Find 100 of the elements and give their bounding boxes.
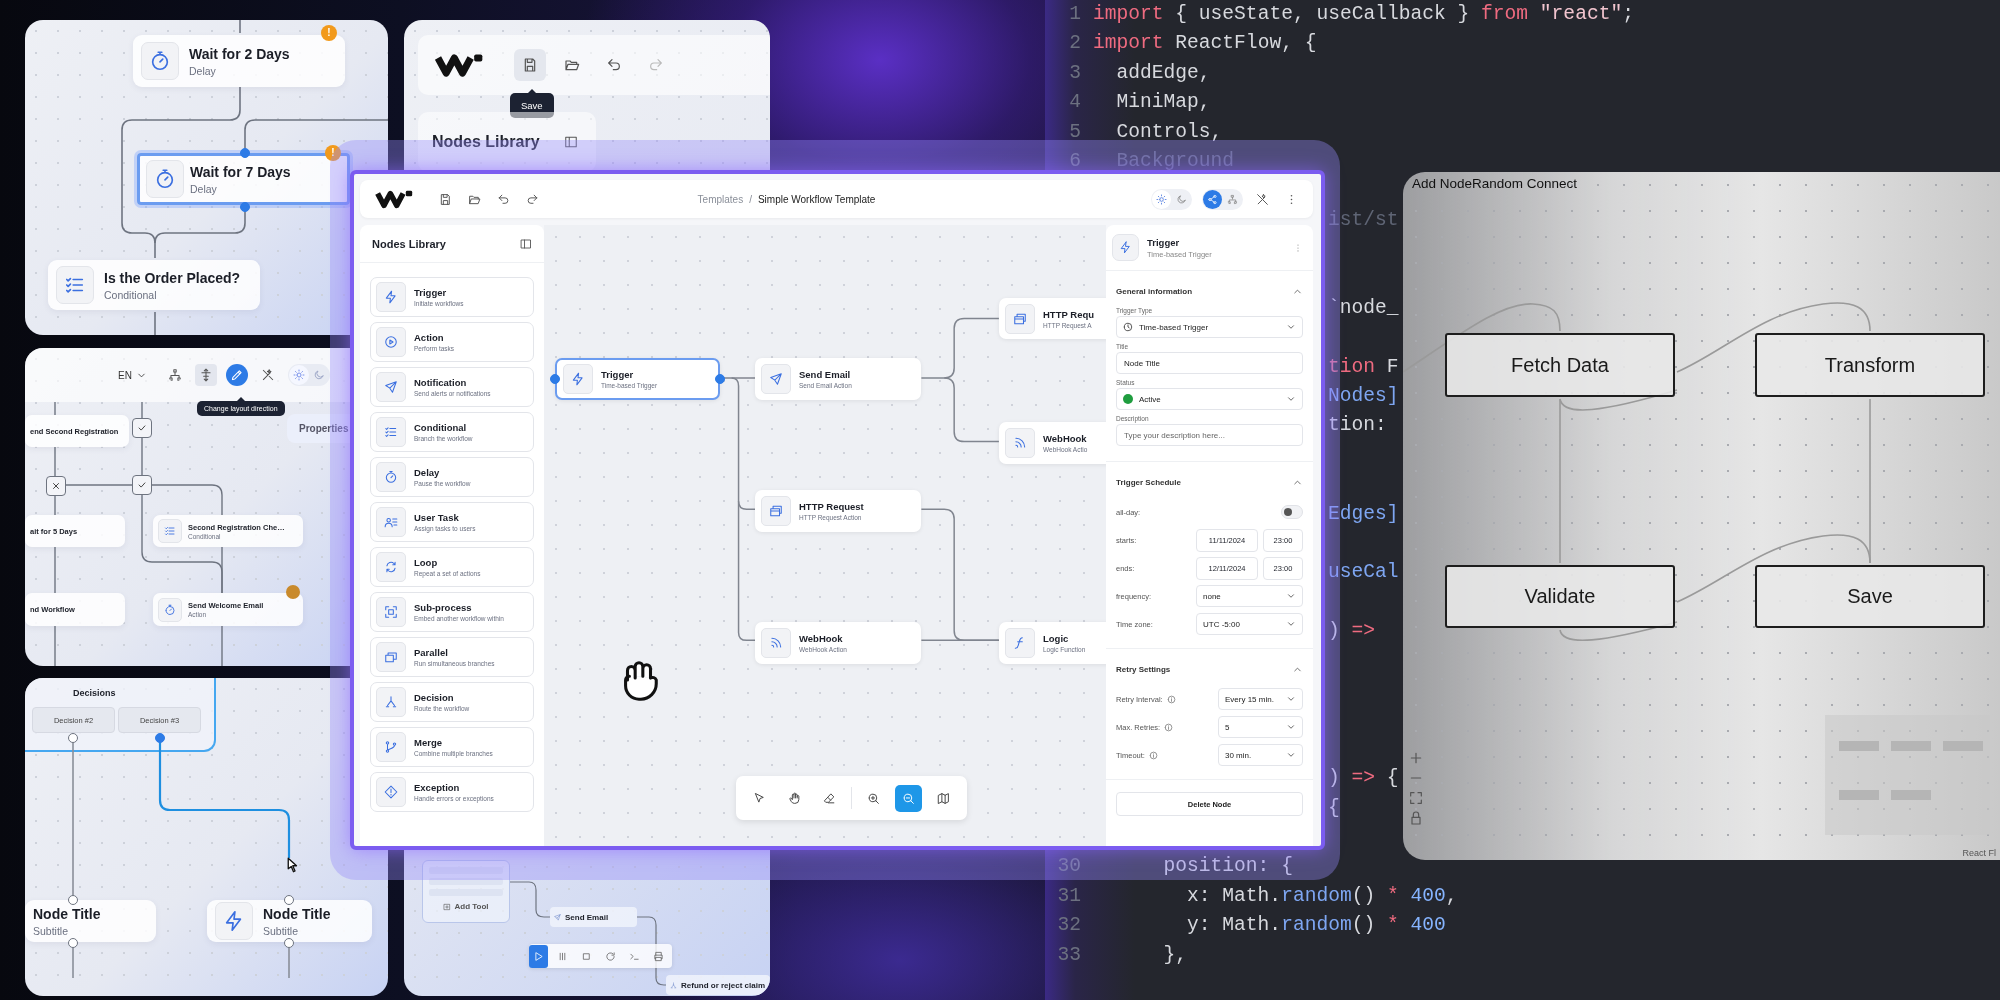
code-line: x: Math.random() * 400, xyxy=(1186,883,1458,909)
connector-line xyxy=(509,881,551,918)
sidebar-icon[interactable] xyxy=(520,237,532,250)
connection-handle[interactable] xyxy=(240,202,250,212)
info-icon xyxy=(1164,722,1174,732)
code-line: position: { xyxy=(1162,854,1293,880)
flow-node[interactable]: Wait for 2 Days Delay xyxy=(133,35,345,87)
chevron-icon xyxy=(1286,322,1296,332)
connection-handle[interactable] xyxy=(68,938,78,948)
line-number: 5 xyxy=(1069,120,1081,143)
flow-node[interactable]: Fetch Data xyxy=(1445,333,1675,397)
flow-node[interactable]: Node Title Subtitle xyxy=(207,900,372,942)
code-line: tion F xyxy=(1328,354,1399,380)
text-field[interactable]: Node Title xyxy=(1116,352,1303,374)
flow-node[interactable]: Refund or reject claim xyxy=(666,975,770,995)
pen-icon[interactable] xyxy=(226,364,248,386)
code-line: Controls, xyxy=(1115,119,1223,145)
connection-handle[interactable] xyxy=(68,733,78,743)
sidebar-icon[interactable] xyxy=(563,135,578,149)
item-title: User Task xyxy=(414,512,460,523)
sidebar-title: Nodes Library xyxy=(432,133,540,151)
connection-handle[interactable] xyxy=(284,895,294,905)
node-title: HTTP Requ xyxy=(1043,308,1095,320)
dropdown[interactable]: UTC -5:00 xyxy=(1196,613,1303,635)
node-title: HTTP Request xyxy=(799,501,864,512)
connection-handle[interactable] xyxy=(240,148,250,158)
flow-node[interactable]: Node Title Subtitle xyxy=(25,900,156,942)
code-line: `node_ xyxy=(1328,295,1399,321)
fit-view-icon[interactable] xyxy=(1408,790,1424,806)
sun-icon[interactable] xyxy=(1152,189,1171,209)
flow-node[interactable]: Is the Order Placed? Conditional xyxy=(48,260,260,310)
node-title: Trigger xyxy=(601,369,635,380)
merge-icon xyxy=(376,732,406,762)
connector-line xyxy=(943,377,1000,443)
code-line: Edges] xyxy=(1328,501,1399,527)
connection-handle[interactable] xyxy=(550,374,560,384)
flow-node[interactable]: Save xyxy=(1755,565,1985,628)
send-icon xyxy=(761,364,791,394)
lock-icon[interactable] xyxy=(1408,810,1424,826)
flow-node[interactable]: Transform xyxy=(1755,333,1985,397)
dropdown[interactable]: 5 xyxy=(1218,716,1303,738)
toggle-switch[interactable] xyxy=(1281,505,1303,519)
share-icon[interactable] xyxy=(1203,189,1222,209)
item-title: Exception xyxy=(414,782,461,793)
node-subtitle: Delay xyxy=(189,64,217,77)
dropdown[interactable]: none xyxy=(1196,585,1303,607)
dropdown[interactable]: 30 min. xyxy=(1218,744,1303,766)
lightning-icon xyxy=(376,282,406,312)
text-field[interactable]: Type your description here... xyxy=(1116,424,1303,446)
lightning-icon xyxy=(215,902,253,940)
warning-badge: ! xyxy=(321,25,337,41)
play-icon[interactable] xyxy=(529,944,548,968)
lightning-icon xyxy=(563,364,593,394)
checklist-icon xyxy=(376,417,406,447)
item-title: Notification xyxy=(414,377,468,388)
node-title: WebHook xyxy=(1043,433,1088,444)
node-title: Send Email xyxy=(799,369,852,380)
sun-icon[interactable] xyxy=(289,365,309,385)
node-title: Send Email xyxy=(565,912,609,922)
add-tool-button[interactable]: Add Tool xyxy=(429,902,503,911)
save-icon[interactable] xyxy=(514,49,546,81)
connection-handle[interactable] xyxy=(284,938,294,948)
node-title: Wait for 7 Days xyxy=(190,163,291,180)
item-title: Action xyxy=(414,332,445,343)
clock-icon xyxy=(1123,322,1133,332)
connection-handle[interactable] xyxy=(68,895,78,905)
language-dropdown[interactable]: EN xyxy=(118,369,147,381)
zoom-out-icon[interactable] xyxy=(895,784,922,812)
toolbar-text[interactable]: Add NodeRandom Connect xyxy=(1412,176,1578,191)
line-number: 31 xyxy=(1057,884,1081,907)
connector-line xyxy=(141,401,143,419)
node-title: Trigger xyxy=(1147,236,1181,248)
connector-line xyxy=(154,311,156,335)
logo-icon xyxy=(374,188,414,210)
zoom-in-icon[interactable] xyxy=(1408,750,1424,766)
dropdown[interactable]: Active xyxy=(1116,388,1303,410)
signal-icon xyxy=(761,628,791,658)
flow-node[interactable]: Validate xyxy=(1445,565,1675,628)
lightning-icon xyxy=(1112,234,1139,261)
dropdown[interactable]: Every 15 min. xyxy=(1218,688,1303,710)
chevron-icon xyxy=(1286,619,1296,629)
node-subtitle: Delay xyxy=(190,182,218,195)
chevron-icon xyxy=(1286,591,1296,601)
connection-handle[interactable] xyxy=(715,374,725,384)
user-list-icon xyxy=(376,507,406,537)
code-line: import ReactFlow, { xyxy=(1093,31,1317,57)
dropdown[interactable]: Time-based Trigger xyxy=(1116,316,1303,338)
window-icon xyxy=(1005,303,1035,334)
node-title: Logic xyxy=(1043,633,1070,644)
flow-node[interactable]: Send Email xyxy=(550,907,637,927)
info-icon xyxy=(1166,694,1176,704)
item-title: Parallel xyxy=(414,647,449,658)
item-title: Conditional xyxy=(414,422,468,433)
connector-line xyxy=(65,484,133,486)
layout-icon[interactable] xyxy=(195,364,217,386)
layers-icon xyxy=(376,642,406,672)
node-title: Is the Order Placed? xyxy=(104,269,241,286)
attribution-text[interactable]: React Fl xyxy=(1962,848,1996,858)
connection-handle[interactable] xyxy=(155,733,165,743)
window-icon xyxy=(761,496,791,526)
